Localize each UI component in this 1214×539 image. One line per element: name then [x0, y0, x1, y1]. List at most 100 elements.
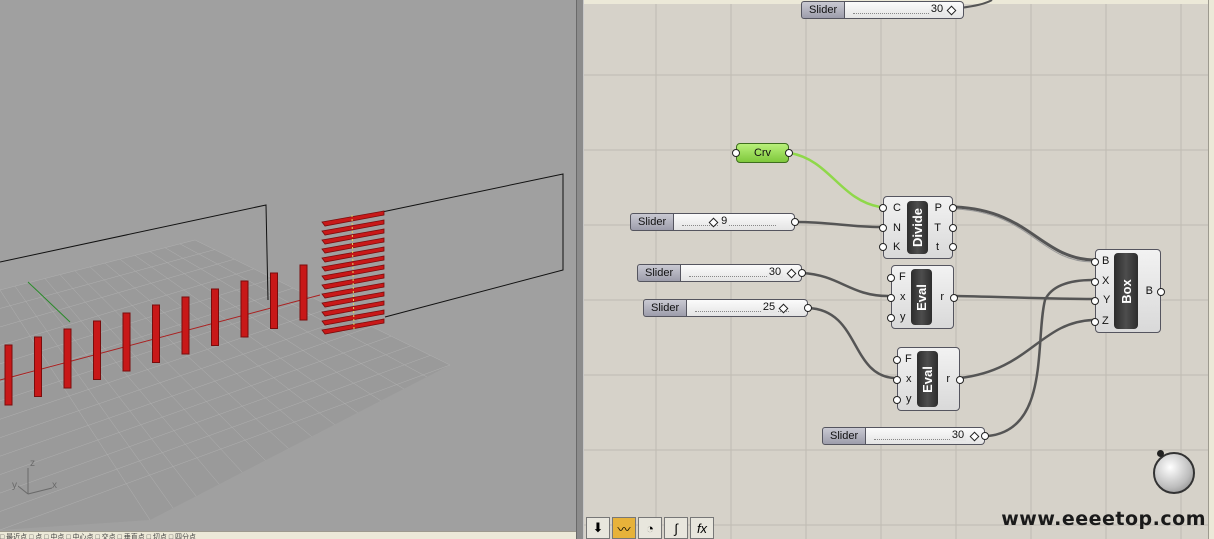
slider-top-knob[interactable]: [946, 5, 957, 16]
divide-grip-n[interactable]: [879, 224, 887, 232]
slider-eval1-label: Slider: [637, 264, 682, 282]
fin-box: [211, 288, 219, 346]
curve-icon[interactable]: ∫: [664, 517, 688, 539]
divide-input-n: N: [893, 222, 901, 234]
fin-box: [34, 336, 42, 397]
eval1-grip-f[interactable]: [887, 274, 895, 282]
crv-output-grip[interactable]: [785, 149, 793, 157]
slider-box-x-value: 30: [949, 429, 967, 441]
eval2-input-x: x: [906, 373, 912, 385]
box-input-x: X: [1102, 275, 1110, 287]
box-input-b: B: [1102, 255, 1110, 267]
divide-input-c: C: [893, 202, 901, 214]
axis-gizmo: [17, 468, 53, 495]
slider-n-value: 9: [719, 215, 730, 227]
slider-top-label: Slider: [801, 1, 846, 19]
box-grip-out[interactable]: [1157, 288, 1165, 296]
crv-label: Crv: [753, 147, 772, 159]
slider-top-value: 30: [928, 3, 946, 15]
divide-grip-p[interactable]: [949, 204, 957, 212]
canvas-toolbar: ⬇ 〰 ◔ ∫ fx: [586, 517, 714, 539]
box-input-z: Z: [1102, 315, 1109, 327]
eval1-title: Eval: [914, 283, 929, 311]
fin-box: [93, 320, 101, 380]
slider-eval1-knob[interactable]: [786, 268, 797, 279]
slider-n[interactable]: Slider 9: [630, 213, 800, 231]
eval1-output-r: r: [940, 291, 944, 303]
divide-grip-t-lower[interactable]: [949, 243, 957, 251]
canvas-navigation-compass[interactable]: [1153, 450, 1195, 494]
slider-box-x-knob[interactable]: [969, 431, 980, 442]
fx-icon[interactable]: fx: [690, 517, 714, 539]
fin-box: [270, 272, 278, 329]
box-grip-b[interactable]: [1091, 258, 1099, 266]
box-input-y: Y: [1103, 294, 1111, 306]
divide-output-t-lower: t: [935, 241, 939, 253]
box-grip-y[interactable]: [1091, 297, 1099, 305]
eval1-grip-r[interactable]: [950, 294, 958, 302]
fin-box: [4, 344, 13, 406]
eval2-input-f: F: [905, 353, 912, 365]
slider-eval2-value: 25: [760, 301, 778, 313]
compass-pin-icon: [1157, 450, 1164, 457]
eval2-title-block: Eval: [917, 351, 938, 407]
slider-eval2[interactable]: Slider 25: [643, 299, 813, 317]
eval-component-2[interactable]: F x y r Eval: [893, 347, 964, 411]
fin-box: [63, 328, 72, 389]
canvas-scrollbar[interactable]: [1208, 0, 1214, 539]
fin-box: [181, 296, 190, 355]
eval1-input-f: F: [899, 271, 906, 283]
divide-title: Divide: [910, 207, 926, 248]
eval1-grip-y[interactable]: [887, 314, 895, 322]
divide-grip-c[interactable]: [879, 204, 887, 212]
divide-grip-t-upper[interactable]: [949, 224, 957, 232]
eval2-grip-f[interactable]: [893, 356, 901, 364]
slider-n-track[interactable]: 9: [674, 213, 796, 231]
slider-eval2-label: Slider: [643, 299, 688, 317]
divide-title-block: Divide: [907, 201, 928, 254]
slider-n-label: Slider: [630, 213, 675, 231]
slider-eval1-value: 30: [766, 266, 784, 278]
slider-top[interactable]: Slider 30: [801, 1, 965, 19]
divide-output-t-upper: T: [934, 222, 941, 234]
slider-eval1-track[interactable]: 30: [681, 264, 803, 282]
eval2-output-r: r: [946, 373, 950, 385]
eval2-grip-y[interactable]: [893, 396, 901, 404]
eval2-grip-x[interactable]: [893, 376, 901, 384]
eval2-grip-r[interactable]: [956, 376, 964, 384]
fin-box: [299, 264, 308, 321]
pane-splitter[interactable]: [576, 0, 584, 539]
slider-box-x-label: Slider: [822, 427, 867, 445]
box-title-block: Box: [1114, 253, 1138, 329]
gradient-icon[interactable]: ◔: [638, 517, 662, 539]
slider-box-x-track[interactable]: 30: [866, 427, 986, 445]
viewport-scene: [0, 173, 564, 531]
osnap-status-bar[interactable]: □ 最近点 □ 点 □ 中点 □ 中心点 □ 交点 □ 垂直点 □ 切点 □ 四…: [0, 531, 576, 539]
fin-box: [240, 280, 249, 338]
box-grip-x[interactable]: [1091, 278, 1099, 286]
divide-output-p: P: [934, 202, 942, 214]
eval1-input-y: y: [900, 311, 906, 323]
eval1-grip-x[interactable]: [887, 294, 895, 302]
box-component[interactable]: B X Y Z B Box: [1091, 249, 1165, 333]
watermark-text: www.eeeetop.com: [1001, 508, 1206, 530]
eval2-title: Eval: [920, 365, 935, 393]
slider-box-x[interactable]: Slider 30: [822, 427, 990, 445]
rhino-viewport[interactable]: z y x □ 最近点 □ 点 □ 中点 □ 中心点 □ 交点 □ 垂直点 □ …: [0, 0, 576, 539]
eval2-input-y: y: [906, 393, 912, 405]
divide-input-k: K: [893, 241, 901, 253]
download-icon[interactable]: ⬇: [586, 517, 610, 539]
box-grip-z[interactable]: [1091, 318, 1099, 326]
slider-eval1[interactable]: Slider 30: [637, 264, 807, 282]
eval1-input-x: x: [900, 291, 906, 303]
crv-param[interactable]: Crv: [732, 143, 793, 163]
eval1-title-block: Eval: [911, 269, 932, 325]
crv-input-grip[interactable]: [732, 149, 740, 157]
slider-eval2-track[interactable]: 25: [687, 299, 809, 317]
divide-grip-k[interactable]: [879, 243, 887, 251]
wave-icon[interactable]: 〰: [612, 517, 636, 539]
eval-component-1[interactable]: F x y r Eval: [887, 265, 958, 329]
slider-top-track[interactable]: 30: [845, 1, 965, 19]
fin-box: [122, 312, 131, 372]
divide-component[interactable]: C N K P T t Divide: [879, 196, 957, 259]
